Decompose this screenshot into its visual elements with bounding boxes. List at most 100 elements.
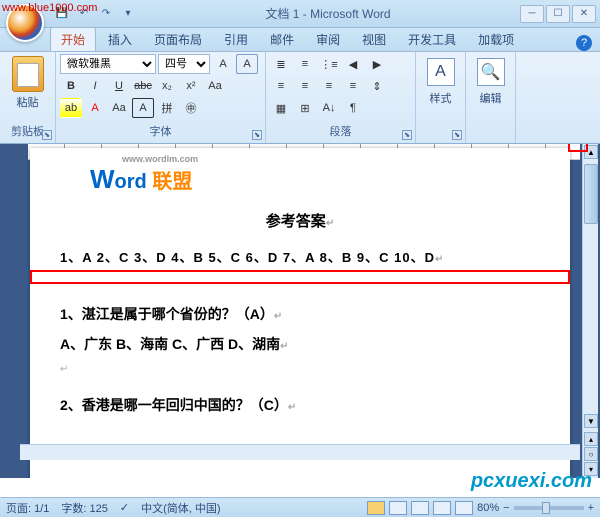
group-label-paragraph: 段落	[270, 121, 411, 141]
font-color-button[interactable]: A	[84, 98, 106, 118]
tab-home[interactable]: 开始	[50, 27, 96, 51]
strikethrough-button[interactable]: abc	[132, 76, 154, 96]
status-language[interactable]: 中文(简体, 中国)	[141, 500, 220, 516]
bullets-button[interactable]: ≣	[270, 54, 292, 74]
justify-button[interactable]: ≡	[342, 76, 364, 96]
status-page[interactable]: 页面: 1/1	[6, 500, 49, 516]
scroll-thumb[interactable]	[584, 164, 598, 224]
ribbon-tabs: 开始 插入 页面布局 引用 邮件 审阅 视图 开发工具 加载项 ?	[0, 28, 600, 52]
prev-page-icon[interactable]: ▴	[584, 432, 598, 446]
superscript-button[interactable]: x²	[180, 76, 202, 96]
show-marks-button[interactable]: ¶	[342, 98, 364, 118]
phonetic-button[interactable]: 拼	[156, 98, 178, 118]
doc-heading: 参考答案↵	[60, 210, 540, 231]
zoom-level[interactable]: 80%	[477, 502, 499, 514]
help-icon[interactable]: ?	[576, 35, 592, 51]
minimize-button[interactable]: ─	[520, 5, 544, 23]
font-launcher[interactable]: ⬊	[252, 130, 262, 140]
editing-button[interactable]: 🔍 编辑	[470, 54, 511, 110]
align-left-button[interactable]: ≡	[270, 76, 292, 96]
annotation-circle	[568, 144, 588, 152]
question-1: 1、湛江是属于哪个省份的？（A）↵	[60, 304, 540, 324]
zoom-in-button[interactable]: +	[588, 502, 594, 514]
align-center-button[interactable]: ≡	[294, 76, 316, 96]
annotation-box	[30, 270, 570, 284]
tab-view[interactable]: 视图	[352, 28, 396, 51]
view-outline[interactable]	[433, 501, 451, 515]
watermark-bottom: pcxuexi.com	[471, 470, 592, 493]
font-family-select[interactable]: 微软雅黑	[60, 54, 156, 74]
tab-insert[interactable]: 插入	[98, 28, 142, 51]
horizontal-scrollbar[interactable]	[20, 444, 580, 460]
bold-button[interactable]: B	[60, 76, 82, 96]
status-words[interactable]: 字数: 125	[61, 500, 107, 516]
group-editing: 🔍 编辑	[466, 52, 516, 143]
clear-format-button[interactable]: Aa	[204, 76, 226, 96]
group-clipboard: 粘贴 剪贴板 ⬊	[0, 52, 56, 143]
tab-addins[interactable]: 加载项	[468, 28, 524, 51]
group-paragraph: ≣ ≡ ⋮≡ ◀ ▶ ≡ ≡ ≡ ≡ ⇕ ▦ ⊞ A↓ ¶ 段落 ⬊	[266, 52, 416, 143]
font-size-select[interactable]: 四号	[158, 54, 210, 74]
view-draft[interactable]	[455, 501, 473, 515]
char-border-button[interactable]: A	[132, 98, 154, 118]
statusbar: 页面: 1/1 字数: 125 ✓ 中文(简体, 中国) 80% − +	[0, 497, 600, 517]
watermark-logo: www.wordlm.com Word 联盟	[90, 156, 198, 195]
enclose-button[interactable]: ㊥	[180, 98, 202, 118]
group-font: 微软雅黑 四号 A A B I U abc x₂ x² Aa ab A Aa A…	[56, 52, 266, 143]
qat-dropdown-icon[interactable]: ▾	[120, 6, 136, 22]
align-right-button[interactable]: ≡	[318, 76, 340, 96]
highlight-button[interactable]: ab	[60, 98, 82, 118]
shading-button[interactable]: ▦	[270, 98, 292, 118]
zoom-out-button[interactable]: −	[503, 502, 509, 514]
italic-button[interactable]: I	[84, 76, 106, 96]
zoom-thumb[interactable]	[542, 502, 550, 514]
view-full-screen[interactable]	[389, 501, 407, 515]
tab-review[interactable]: 审阅	[306, 28, 350, 51]
view-web-layout[interactable]	[411, 501, 429, 515]
sort-button[interactable]: A↓	[318, 98, 340, 118]
find-icon: 🔍	[477, 58, 505, 86]
close-button[interactable]: ✕	[572, 5, 596, 23]
styles-button[interactable]: A 样式	[420, 54, 461, 110]
scroll-down-icon[interactable]: ▼	[584, 414, 598, 428]
tab-mailings[interactable]: 邮件	[260, 28, 304, 51]
empty-para: ↵	[60, 364, 540, 375]
vertical-scrollbar[interactable]: ▲ ▼ ▴ ○ ▾	[582, 144, 598, 478]
tab-references[interactable]: 引用	[214, 28, 258, 51]
question-1-options: A、广东 B、海南 C、广西 D、湖南↵	[60, 334, 540, 354]
char-shading-button[interactable]: Aa	[108, 98, 130, 118]
document-page[interactable]: www.wordlm.com Word 联盟 参考答案↵ 1、A 2、C 3、D…	[30, 148, 570, 478]
window-title: 文档 1 - Microsoft Word	[136, 5, 520, 22]
line-spacing-button[interactable]: ⇕	[366, 76, 388, 96]
borders-button[interactable]: ⊞	[294, 98, 316, 118]
redo-icon[interactable]: ↷	[98, 6, 114, 22]
view-print-layout[interactable]	[367, 501, 385, 515]
answers-line: 1、A 2、C 3、D 4、B 5、C 6、D 7、A 8、B 9、C 10、D…	[60, 247, 540, 266]
group-label-font: 字体	[60, 121, 261, 141]
browse-object-icon[interactable]: ○	[584, 447, 598, 461]
question-2: 2、香港是哪一年回归中国的？（C）↵	[60, 395, 540, 415]
maximize-button[interactable]: ☐	[546, 5, 570, 23]
numbering-button[interactable]: ≡	[294, 54, 316, 74]
underline-button[interactable]: U	[108, 76, 130, 96]
ribbon: 粘贴 剪贴板 ⬊ 微软雅黑 四号 A A B I U abc x₂ x² Aa …	[0, 52, 600, 144]
paste-button[interactable]: 粘贴	[4, 54, 51, 112]
tab-page-layout[interactable]: 页面布局	[144, 28, 212, 51]
grow-font-icon[interactable]: A	[212, 54, 234, 74]
styles-launcher[interactable]: ⬊	[452, 130, 462, 140]
paragraph-launcher[interactable]: ⬊	[402, 130, 412, 140]
status-spellcheck-icon[interactable]: ✓	[120, 501, 129, 514]
paste-icon	[12, 56, 44, 92]
zoom-slider[interactable]	[514, 506, 584, 510]
subscript-button[interactable]: x₂	[156, 76, 178, 96]
multilevel-button[interactable]: ⋮≡	[318, 54, 340, 74]
decrease-indent-button[interactable]: ◀	[342, 54, 364, 74]
styles-icon: A	[427, 58, 455, 86]
document-area: www.wordlm.com Word 联盟 参考答案↵ 1、A 2、C 3、D…	[0, 144, 600, 478]
clipboard-launcher[interactable]: ⬊	[42, 130, 52, 140]
group-styles: A 样式 ⬊	[416, 52, 466, 143]
increase-indent-button[interactable]: ▶	[366, 54, 388, 74]
tab-developer[interactable]: 开发工具	[398, 28, 466, 51]
watermark-top: www.blue1000.com	[2, 2, 97, 14]
change-case-icon[interactable]: A	[236, 54, 258, 74]
